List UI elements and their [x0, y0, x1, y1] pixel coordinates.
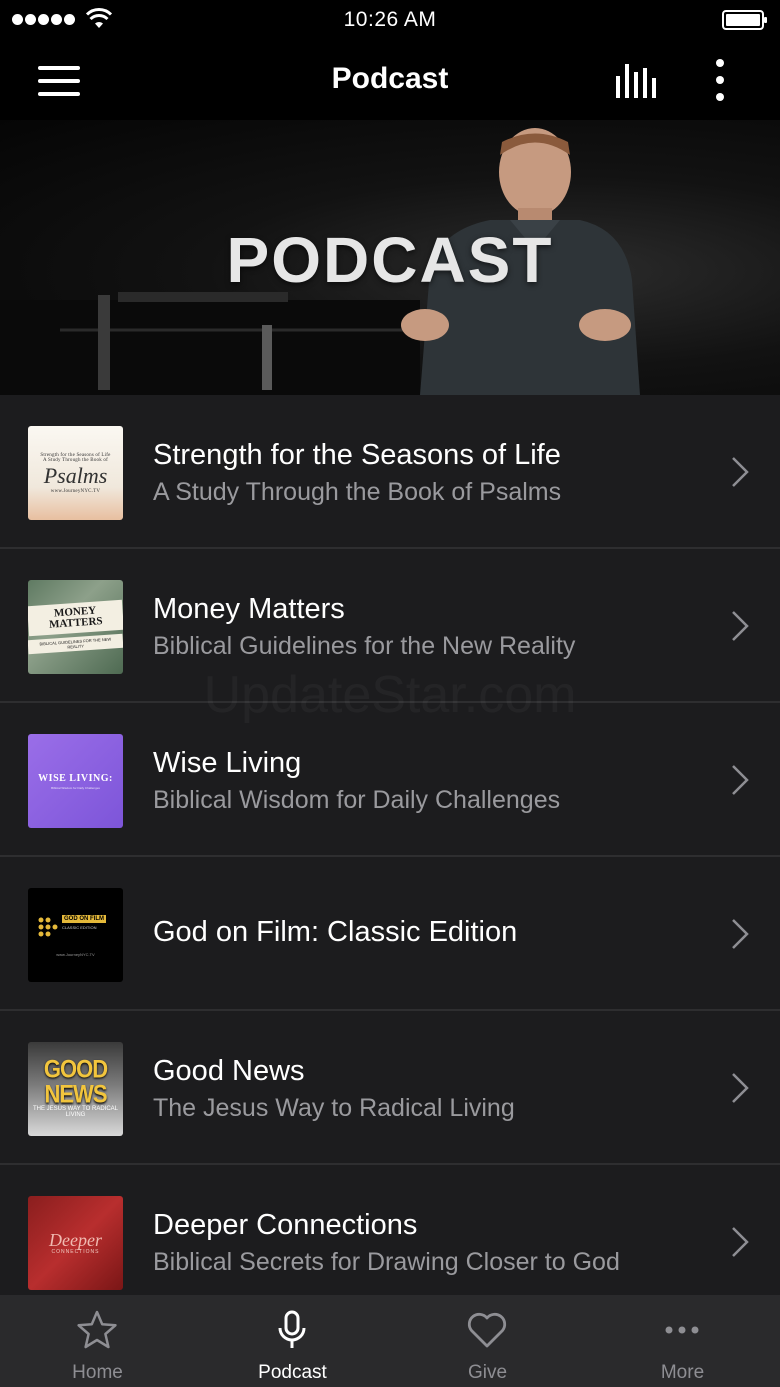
heart-icon — [467, 1312, 507, 1348]
podcast-thumbnail-wise-living: WISE LIVING: Biblical Wisdom for Daily C… — [28, 734, 123, 828]
tab-bar: Home Podcast Give More — [0, 1295, 780, 1387]
podcast-subtitle: Biblical Wisdom for Daily Challenges — [153, 786, 561, 814]
podcast-row-strength-for-the-seasons[interactable]: Strength for the Seasons of Life A Study… — [0, 395, 780, 549]
chevron-right-icon — [732, 765, 749, 795]
tab-home[interactable]: Home — [0, 1295, 195, 1387]
podcast-row-money-matters[interactable]: MONEY MATTERS BIBLICAL GUIDELINES FOR TH… — [0, 549, 780, 703]
podcast-subtitle: Biblical Guidelines for the New Reality — [153, 632, 576, 660]
tab-more[interactable]: More — [585, 1295, 780, 1387]
hamburger-menu-icon[interactable] — [38, 66, 80, 96]
podcast-title: Deeper Connections — [153, 1209, 418, 1241]
chevron-right-icon — [732, 611, 749, 641]
tab-give[interactable]: Give — [390, 1295, 585, 1387]
chevron-right-icon — [732, 457, 749, 487]
podcast-subtitle: Biblical Secrets for Drawing Closer to G… — [153, 1248, 620, 1276]
podcast-title: Good News — [153, 1055, 305, 1087]
chevron-right-icon — [732, 1073, 749, 1103]
navigation-bar: Podcast — [0, 40, 780, 120]
page-title: Podcast — [331, 62, 449, 95]
podcast-title: Wise Living — [153, 747, 302, 779]
podcast-row-god-on-film[interactable]: GOD ON FILM CLASSIC EDITION www.JourneyN… — [0, 857, 780, 1011]
podcast-row-deeper-connections[interactable]: Deeper CONNECTIONS Deeper Connections Bi… — [0, 1165, 780, 1295]
status-time: 10:26 AM — [343, 8, 437, 31]
film-reel-icon — [38, 917, 58, 937]
tab-podcast[interactable]: Podcast — [195, 1295, 390, 1387]
tab-label: More — [660, 1362, 705, 1383]
podcast-title: God on Film: Classic Edition — [153, 916, 518, 948]
podcast-thumbnail-psalms: Strength for the Seasons of Life A Study… — [28, 426, 123, 520]
more-options-icon[interactable] — [706, 58, 734, 102]
tab-label: Home — [72, 1362, 123, 1383]
podcast-list: Strength for the Seasons of Life A Study… — [0, 395, 780, 1295]
battery-icon — [722, 10, 767, 30]
podcast-row-good-news[interactable]: GOOD NEWS THE JESUS WAY TO RADICAL LIVIN… — [0, 1011, 780, 1165]
podcast-row-wise-living[interactable]: WISE LIVING: Biblical Wisdom for Daily C… — [0, 703, 780, 857]
podcast-subtitle: A Study Through the Book of Psalms — [153, 478, 562, 506]
podcast-thumbnail-good-news: GOOD NEWS THE JESUS WAY TO RADICAL LIVIN… — [28, 1042, 123, 1136]
podcast-thumbnail-god-on-film: GOD ON FILM CLASSIC EDITION www.JourneyN… — [28, 888, 123, 982]
now-playing-bars-icon[interactable] — [614, 62, 660, 98]
banner-title: PODCAST — [226, 224, 554, 296]
chevron-right-icon — [732, 919, 749, 949]
podcast-banner: PODCAST — [0, 120, 780, 395]
chevron-right-icon — [732, 1227, 749, 1257]
microphone-icon — [278, 1310, 306, 1348]
status-bar: 10:26 AM — [0, 0, 780, 40]
ellipsis-icon — [665, 1326, 699, 1334]
podcast-subtitle: The Jesus Way to Radical Living — [153, 1094, 515, 1122]
podcast-thumbnail-money-matters: MONEY MATTERS BIBLICAL GUIDELINES FOR TH… — [28, 580, 123, 674]
podcast-title: Strength for the Seasons of Life — [153, 439, 561, 471]
podcast-title: Money Matters — [153, 593, 345, 625]
star-icon — [77, 1310, 117, 1349]
tab-label: Podcast — [258, 1362, 327, 1383]
tab-label: Give — [467, 1362, 508, 1383]
podcast-thumbnail-deeper-connections: Deeper CONNECTIONS — [28, 1196, 123, 1290]
